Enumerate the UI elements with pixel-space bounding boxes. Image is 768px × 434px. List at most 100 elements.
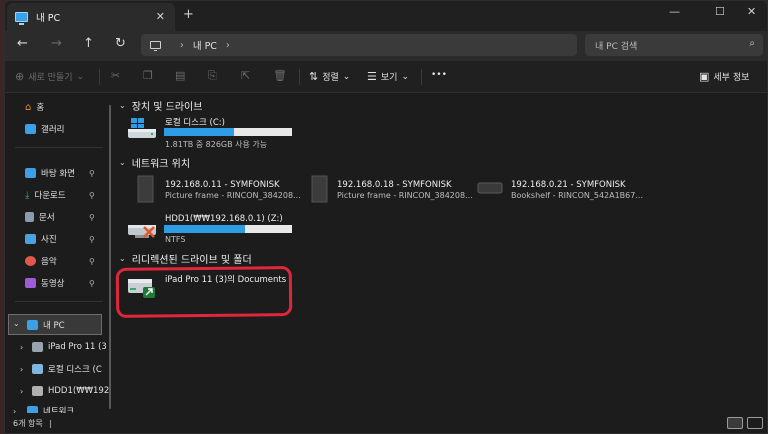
highlight-annotation bbox=[115, 266, 293, 318]
sidebar-item-gallery[interactable]: 갤러리 bbox=[25, 121, 64, 137]
sidebar-item-videos[interactable]: 동영상 bbox=[25, 275, 64, 291]
drive-usage-fill bbox=[164, 225, 245, 233]
tiles-view-button[interactable] bbox=[747, 417, 763, 429]
sidebar-item-downloads[interactable]: ⤓ 다운로드 bbox=[25, 187, 66, 203]
network-item-type: Bookshelf - RINCON_542A1B67... bbox=[511, 191, 643, 200]
sidebar-item-documents[interactable]: 문서 bbox=[25, 209, 55, 225]
desktop-icon bbox=[25, 168, 36, 178]
network-drive-icon bbox=[32, 386, 43, 396]
pictures-icon bbox=[25, 234, 36, 244]
group-header-redirected[interactable]: ⌄ 리디렉션된 드라이브 및 폴더 bbox=[119, 251, 252, 266]
tree-item-my-pc[interactable]: 내 PC bbox=[27, 317, 65, 333]
videos-icon bbox=[25, 278, 36, 288]
details-label: 세부 정보 bbox=[713, 73, 750, 83]
more-options-button[interactable]: ••• bbox=[431, 70, 447, 80]
group-header-drives[interactable]: ⌄ 장치 및 드라이브 bbox=[119, 98, 202, 113]
copy-icon[interactable]: ❐ bbox=[143, 69, 153, 82]
new-button[interactable]: ⊕ 새로 만들기 ⌄ bbox=[15, 70, 84, 83]
divider bbox=[15, 301, 103, 302]
chevron-down-icon: ⌄ bbox=[119, 254, 126, 263]
search-icon: ⌕ bbox=[749, 38, 755, 49]
group-title: 장치 및 드라이브 bbox=[131, 102, 203, 113]
tab-label: 내 PC bbox=[36, 13, 61, 24]
computer-icon bbox=[27, 320, 38, 330]
tree-item-label: iPad Pro 11 (3 bbox=[48, 342, 107, 352]
rename-icon[interactable]: ⎘ bbox=[208, 69, 217, 83]
search-input[interactable]: 내 PC 검색 ⌕ bbox=[585, 34, 763, 56]
pin-icon[interactable]: ⚲ bbox=[89, 213, 95, 222]
group-title: 리디렉션된 드라이브 및 폴더 bbox=[131, 255, 252, 266]
new-tab-button[interactable]: + bbox=[183, 7, 194, 22]
pin-icon[interactable]: ⚲ bbox=[89, 169, 95, 178]
drive-name: HDD1(₩₩192.168.0.1) (Z:) bbox=[165, 214, 283, 224]
sidebar-item-music[interactable]: 음악 bbox=[25, 253, 57, 269]
up-button[interactable]: ↑ bbox=[83, 36, 94, 51]
breadcrumb-separator[interactable]: › bbox=[226, 40, 230, 51]
command-bar: ⊕ 새로 만들기 ⌄ ✂ ❐ ▤ ⎘ ⇱ 🗑 ⇅ 정렬 ⌄ ☰ 보기 ⌄ •••… bbox=[5, 61, 767, 93]
sort-icon: ⇅ bbox=[309, 70, 319, 83]
chevron-down-icon: ⌄ bbox=[76, 71, 85, 82]
chevron-down-icon[interactable]: ⌄ bbox=[13, 319, 20, 328]
computer-icon bbox=[15, 12, 28, 25]
chevron-right-icon[interactable]: › bbox=[20, 343, 23, 352]
speaker-icon bbox=[477, 182, 503, 194]
tree-item-ipad[interactable]: iPad Pro 11 (3 bbox=[32, 339, 107, 355]
chevron-right-icon[interactable]: › bbox=[20, 365, 23, 374]
share-icon[interactable]: ⇱ bbox=[241, 69, 250, 82]
chevron-right-icon[interactable]: › bbox=[20, 387, 23, 396]
document-icon bbox=[25, 212, 34, 222]
disconnected-drive-icon bbox=[128, 225, 156, 238]
sidebar-scrollbar[interactable] bbox=[109, 105, 111, 409]
refresh-button[interactable]: ↻ bbox=[115, 36, 126, 51]
sidebar-item-label: 문서 bbox=[39, 213, 55, 223]
sidebar-item-label: 갤러리 bbox=[41, 125, 65, 135]
maximize-button[interactable]: ☐ bbox=[715, 5, 725, 18]
paste-icon[interactable]: ▤ bbox=[175, 69, 185, 82]
tab-my-pc[interactable]: 내 PC ✕ bbox=[7, 3, 175, 31]
gallery-icon bbox=[25, 124, 36, 134]
sort-button[interactable]: ⇅ 정렬 ⌄ bbox=[309, 70, 350, 83]
details-view-button[interactable] bbox=[727, 417, 743, 429]
pin-icon[interactable]: ⚲ bbox=[89, 235, 95, 244]
address-bar[interactable]: › 내 PC › bbox=[141, 34, 577, 56]
breadcrumb-my-pc[interactable]: 내 PC bbox=[193, 38, 217, 52]
breadcrumb-separator[interactable]: › bbox=[180, 40, 184, 51]
item-count: 6개 항목 | bbox=[13, 418, 52, 429]
new-label: 새로 만들기 bbox=[28, 73, 73, 83]
back-button[interactable]: ← bbox=[17, 36, 28, 51]
home-icon: ⌂ bbox=[25, 101, 32, 113]
sidebar-item-label: 사진 bbox=[41, 235, 57, 245]
computer-icon bbox=[150, 41, 161, 51]
sidebar-item-pictures[interactable]: 사진 bbox=[25, 231, 57, 247]
sidebar-item-label: 음악 bbox=[41, 257, 57, 267]
tree-item-hdd1[interactable]: HDD1(₩₩192 bbox=[32, 383, 109, 399]
details-pane-button[interactable]: ▣ 세부 정보 bbox=[699, 70, 749, 83]
minimize-button[interactable]: — bbox=[669, 5, 680, 18]
sidebar-item-label: 동영상 bbox=[41, 279, 65, 289]
close-window-button[interactable]: ✕ bbox=[747, 5, 756, 18]
picture-frame-icon bbox=[311, 175, 328, 203]
sidebar-item-label: 바탕 화면 bbox=[41, 169, 75, 179]
pin-icon[interactable]: ⚲ bbox=[89, 279, 95, 288]
view-label: 보기 bbox=[380, 73, 398, 83]
cut-icon[interactable]: ✂ bbox=[111, 69, 120, 82]
group-header-network[interactable]: ⌄ 네트워크 위치 bbox=[119, 155, 190, 170]
item-count-text: 6개 항목 bbox=[13, 419, 43, 428]
drive-usage-bar bbox=[164, 128, 292, 136]
pin-icon[interactable]: ⚲ bbox=[89, 257, 95, 266]
drive-filesystem: NTFS bbox=[165, 235, 186, 244]
delete-icon[interactable]: 🗑 bbox=[273, 69, 287, 82]
sidebar-item-desktop[interactable]: 바탕 화면 bbox=[25, 165, 75, 181]
content-area: ⌄ 장치 및 드라이브 로컬 디스크 (C:) 1.81TB 중 826GB 사… bbox=[115, 93, 765, 413]
pin-icon[interactable]: ⚲ bbox=[89, 191, 95, 200]
view-button[interactable]: ☰ 보기 ⌄ bbox=[367, 70, 409, 83]
navigation-pane: ⌂ 홈 갤러리 바탕 화면 ⚲ ⤓ 다운로드 ⚲ 문서 ⚲ 사진 ⚲ 음악 ⚲ … bbox=[5, 93, 109, 417]
divider bbox=[15, 147, 103, 148]
sidebar-item-label: 홈 bbox=[36, 103, 45, 113]
tree-item-local-disk[interactable]: 로컬 디스크 (C bbox=[32, 361, 102, 377]
network-item-name: 192.168.0.18 - SYMFONISK bbox=[337, 180, 452, 190]
sidebar-item-home[interactable]: ⌂ 홈 bbox=[25, 99, 44, 115]
tab-close-icon[interactable]: ✕ bbox=[156, 10, 165, 23]
details-pane-icon: ▣ bbox=[699, 70, 710, 83]
forward-button[interactable]: → bbox=[51, 36, 62, 51]
